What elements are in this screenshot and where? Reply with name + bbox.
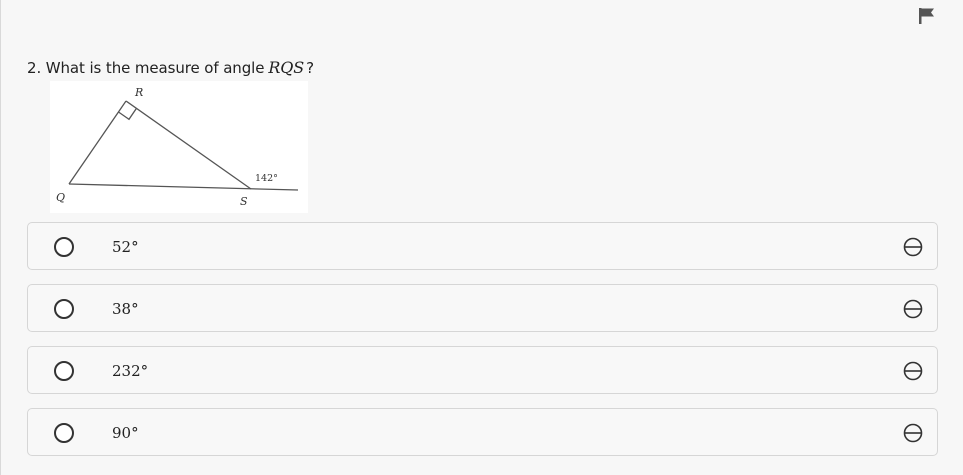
triangle-figure: R Q S 142°	[50, 81, 308, 213]
flag-icon	[919, 8, 934, 24]
extended-base-line	[68, 183, 299, 191]
answer-option[interactable]: 52°	[27, 222, 938, 270]
eliminate-option-icon	[903, 299, 923, 319]
answer-option[interactable]: 90°	[27, 408, 938, 456]
side-rs	[125, 100, 252, 190]
eliminate-option-button[interactable]	[903, 423, 923, 443]
left-divider	[0, 0, 1, 475]
question-suffix: ?	[306, 59, 315, 77]
label-vertex-s: S	[240, 195, 248, 208]
eliminate-option-button[interactable]	[903, 361, 923, 381]
question-text: 2. What is the measure of angle RQS?	[27, 58, 314, 77]
radio-button-icon[interactable]	[54, 299, 74, 319]
radio-button-icon[interactable]	[54, 423, 74, 443]
answer-option-label: 52°	[112, 238, 139, 256]
eliminate-option-button[interactable]	[903, 237, 923, 257]
radio-button-icon[interactable]	[54, 237, 74, 257]
right-angle-mark	[118, 107, 138, 121]
label-exterior-angle: 142°	[255, 173, 278, 184]
answer-option[interactable]: 232°	[27, 346, 938, 394]
label-vertex-r: R	[134, 86, 143, 99]
answer-option-label: 38°	[112, 300, 139, 318]
answer-option-label: 90°	[112, 424, 139, 442]
eliminate-option-icon	[903, 423, 923, 443]
question-angle-name: RQS	[268, 58, 305, 77]
radio-button-icon[interactable]	[54, 361, 74, 381]
eliminate-option-icon	[903, 237, 923, 257]
question-prefix: 2. What is the measure of angle	[27, 59, 265, 77]
answer-option-label: 232°	[112, 362, 149, 380]
answer-option[interactable]: 38°	[27, 284, 938, 332]
eliminate-option-button[interactable]	[903, 299, 923, 319]
question-page: 2. What is the measure of angle RQS? R Q …	[0, 0, 963, 475]
eliminate-option-icon	[903, 361, 923, 381]
flag-question-button[interactable]	[917, 6, 937, 26]
label-vertex-q: Q	[56, 191, 65, 204]
side-qr	[68, 100, 127, 185]
